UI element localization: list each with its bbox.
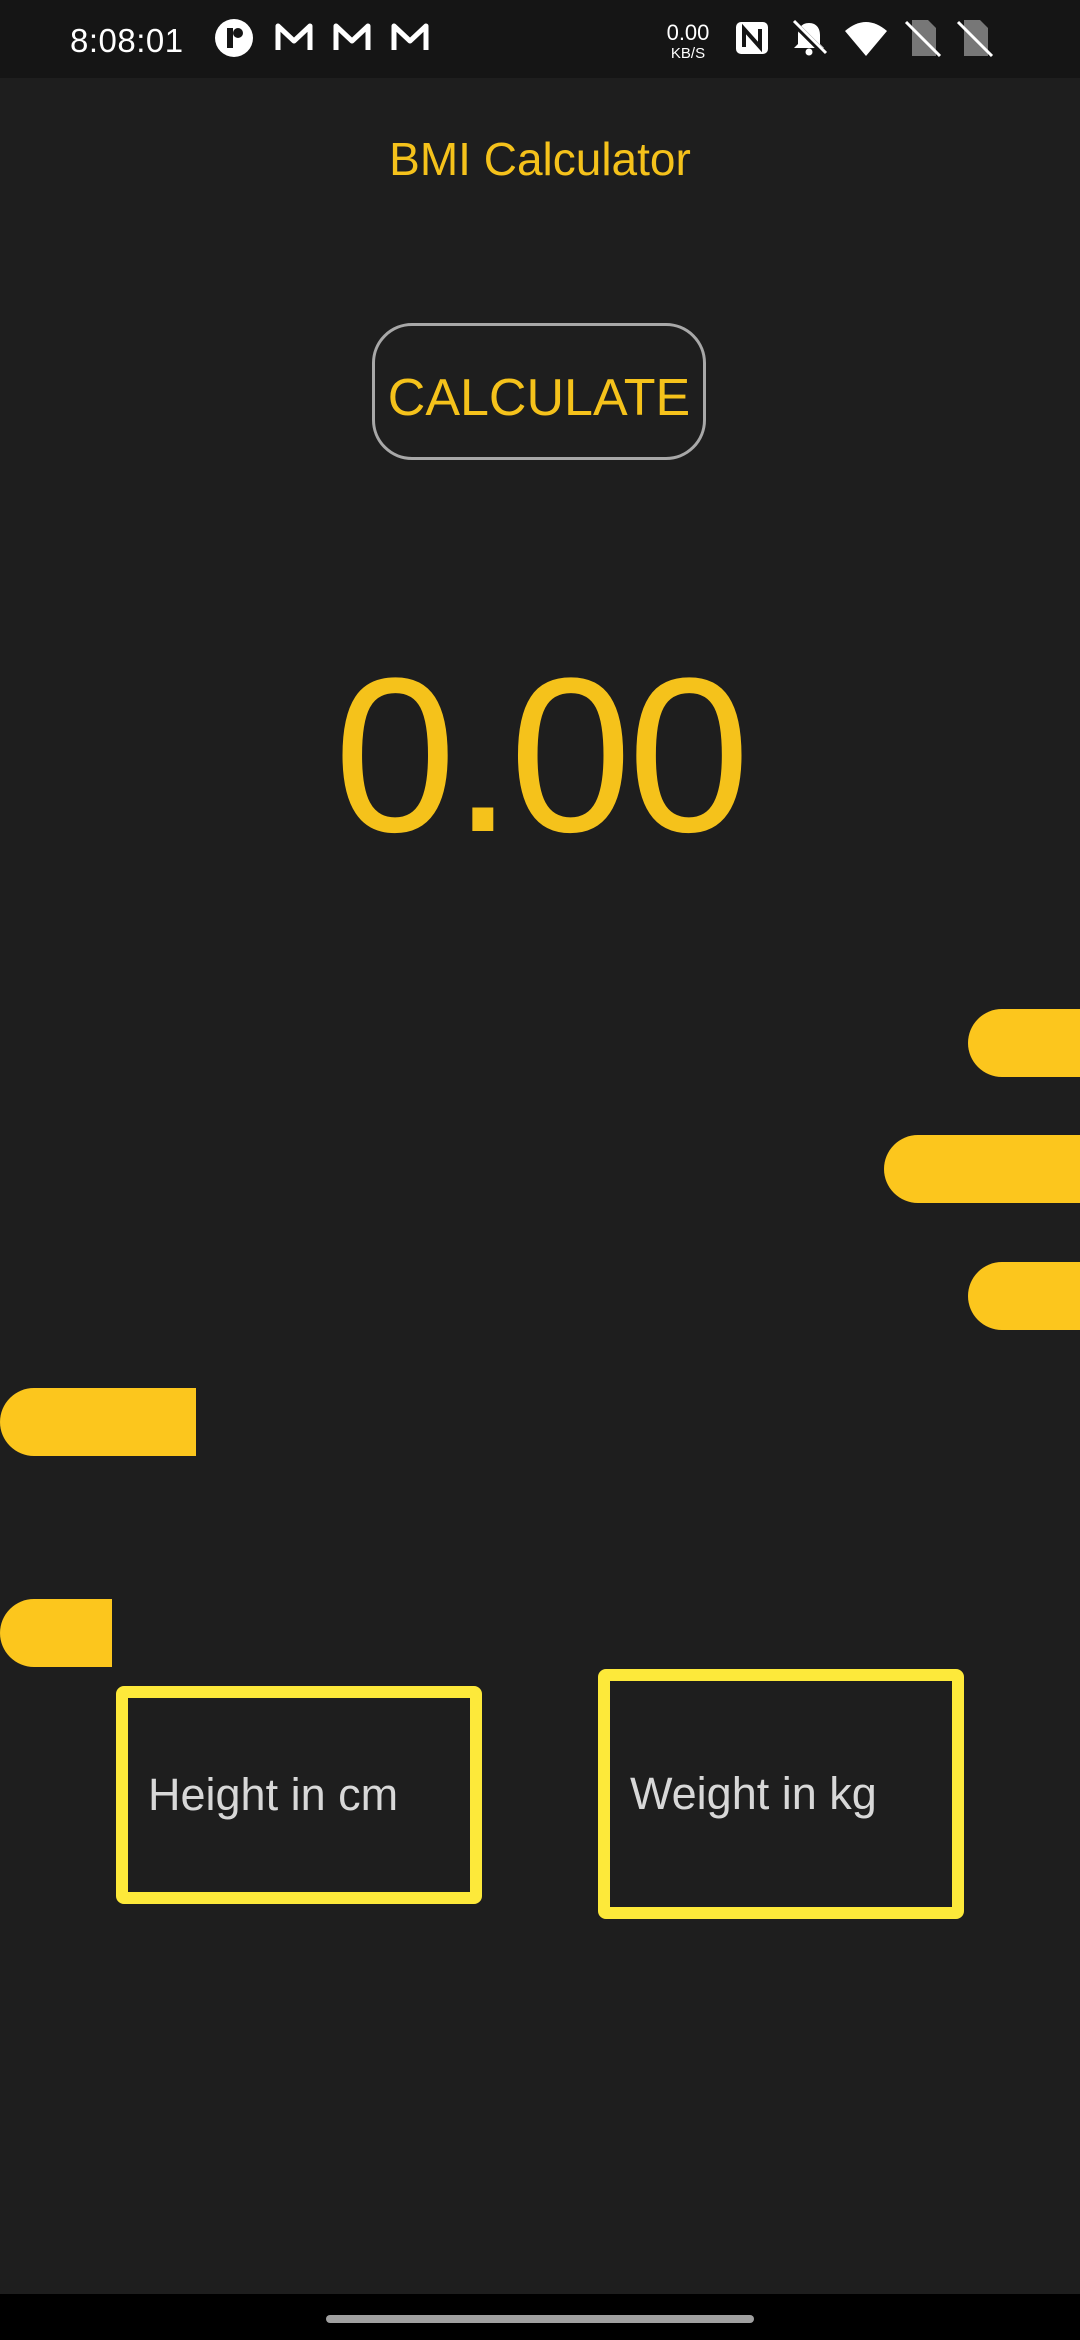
- decorative-pill: [968, 1262, 1080, 1330]
- gmail-icon: [275, 23, 313, 50]
- bmi-result: 0.00: [333, 632, 750, 878]
- gmail-icon: [391, 23, 429, 50]
- wifi-icon: [845, 22, 887, 56]
- weight-input[interactable]: [598, 1669, 964, 1919]
- height-input[interactable]: [116, 1686, 482, 1904]
- network-speed-unit: KB/S: [670, 45, 706, 62]
- decorative-pill: [968, 1009, 1080, 1077]
- status-bar: 8:08:01 0.00 KB/S: [0, 0, 1080, 78]
- no-sim-icon: [956, 20, 994, 58]
- notifications-muted-icon: [790, 19, 828, 57]
- status-time: 8:08:01: [70, 22, 184, 59]
- app-notification-icon: [215, 19, 253, 57]
- no-sim-icon: [904, 20, 942, 58]
- calculate-button[interactable]: CALCULATE: [372, 323, 706, 460]
- nfc-icon: [736, 22, 768, 54]
- gmail-icon: [333, 23, 371, 50]
- decorative-pill: [0, 1599, 112, 1667]
- network-speed-value: 0.00: [666, 20, 710, 45]
- home-gesture-handle[interactable]: [326, 2315, 754, 2323]
- decorative-pill: [884, 1135, 1080, 1203]
- network-speed: 0.00 KB/S: [660, 20, 716, 62]
- decorative-pill: [0, 1388, 196, 1456]
- app-title: BMI Calculator: [389, 133, 691, 185]
